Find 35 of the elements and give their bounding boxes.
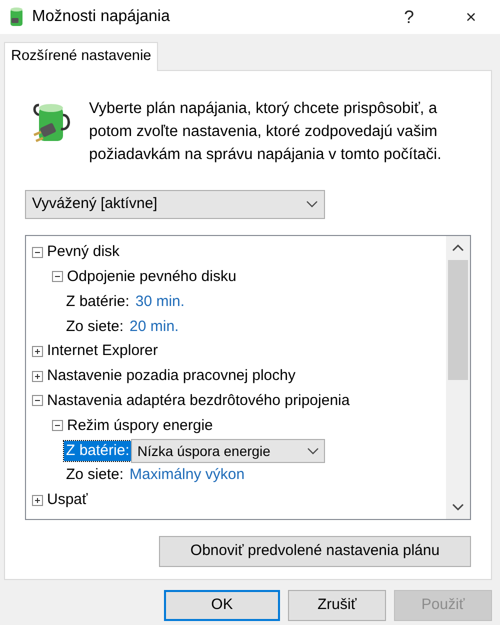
plan-dropdown[interactable]: Vyvážený [aktívne] (25, 190, 325, 219)
collapse-icon[interactable] (52, 420, 63, 432)
tree-item[interactable]: Uspať (47, 488, 88, 512)
dialog-button[interactable]: OK (164, 590, 280, 621)
collapse-icon[interactable] (32, 246, 43, 258)
tree-item[interactable]: Režim úspory energie (67, 414, 213, 438)
tree-item[interactable]: Internet Explorer (47, 339, 158, 364)
collapse-icon[interactable] (52, 271, 63, 282)
setting-value-link[interactable]: 20 min. (130, 314, 179, 339)
intro-text: Vyberte plán napájania, ktorý chcete prispôsobiť, a potom zvoľte nastavenia, ktoré zodpovedajú vašim požiadavkám na správu napájania v tomto počítači. (89, 98, 442, 165)
help-button[interactable]: ? (386, 4, 432, 30)
collapse-icon[interactable] (32, 395, 43, 406)
setting-value-link[interactable]: Maximálny výkon (130, 463, 245, 488)
expand-icon[interactable] (32, 346, 43, 357)
setting-value-link[interactable]: 30 min. (135, 290, 185, 314)
expand-icon[interactable] (32, 370, 43, 382)
window-title: Možnosti napájania (32, 7, 171, 27)
expand-icon[interactable] (32, 494, 43, 506)
scrollbar[interactable] (446, 236, 470, 519)
chevron-down-icon (306, 200, 318, 208)
dialog-button[interactable]: Zrušiť (288, 590, 386, 621)
scroll-thumb[interactable] (448, 260, 468, 380)
tree-item[interactable]: Nastavenie pozadia pracovnej plochy (47, 364, 296, 388)
tree-item[interactable]: Pevný disk (47, 240, 120, 264)
tab[interactable]: Rozšírené nastavenie (4, 42, 158, 71)
tree-item[interactable]: Odpojenie pevného disku (67, 264, 236, 289)
chevron-down-icon (307, 446, 320, 455)
tree-item[interactable]: Nastavenia adaptéra bezdrôtového pripojenia (47, 388, 350, 413)
setting-label: Z batérie: (64, 440, 132, 461)
setting-label: Zo siete: (65, 465, 125, 486)
close-button[interactable]: × (448, 4, 494, 30)
setting-label: Zo siete: (65, 316, 125, 337)
value-dropdown[interactable]: Nízka úspora energie (131, 438, 326, 463)
setting-label: Z batérie: (65, 292, 130, 312)
reset-button[interactable]: Obnoviť predvolené nastavenia plánu (159, 536, 471, 567)
